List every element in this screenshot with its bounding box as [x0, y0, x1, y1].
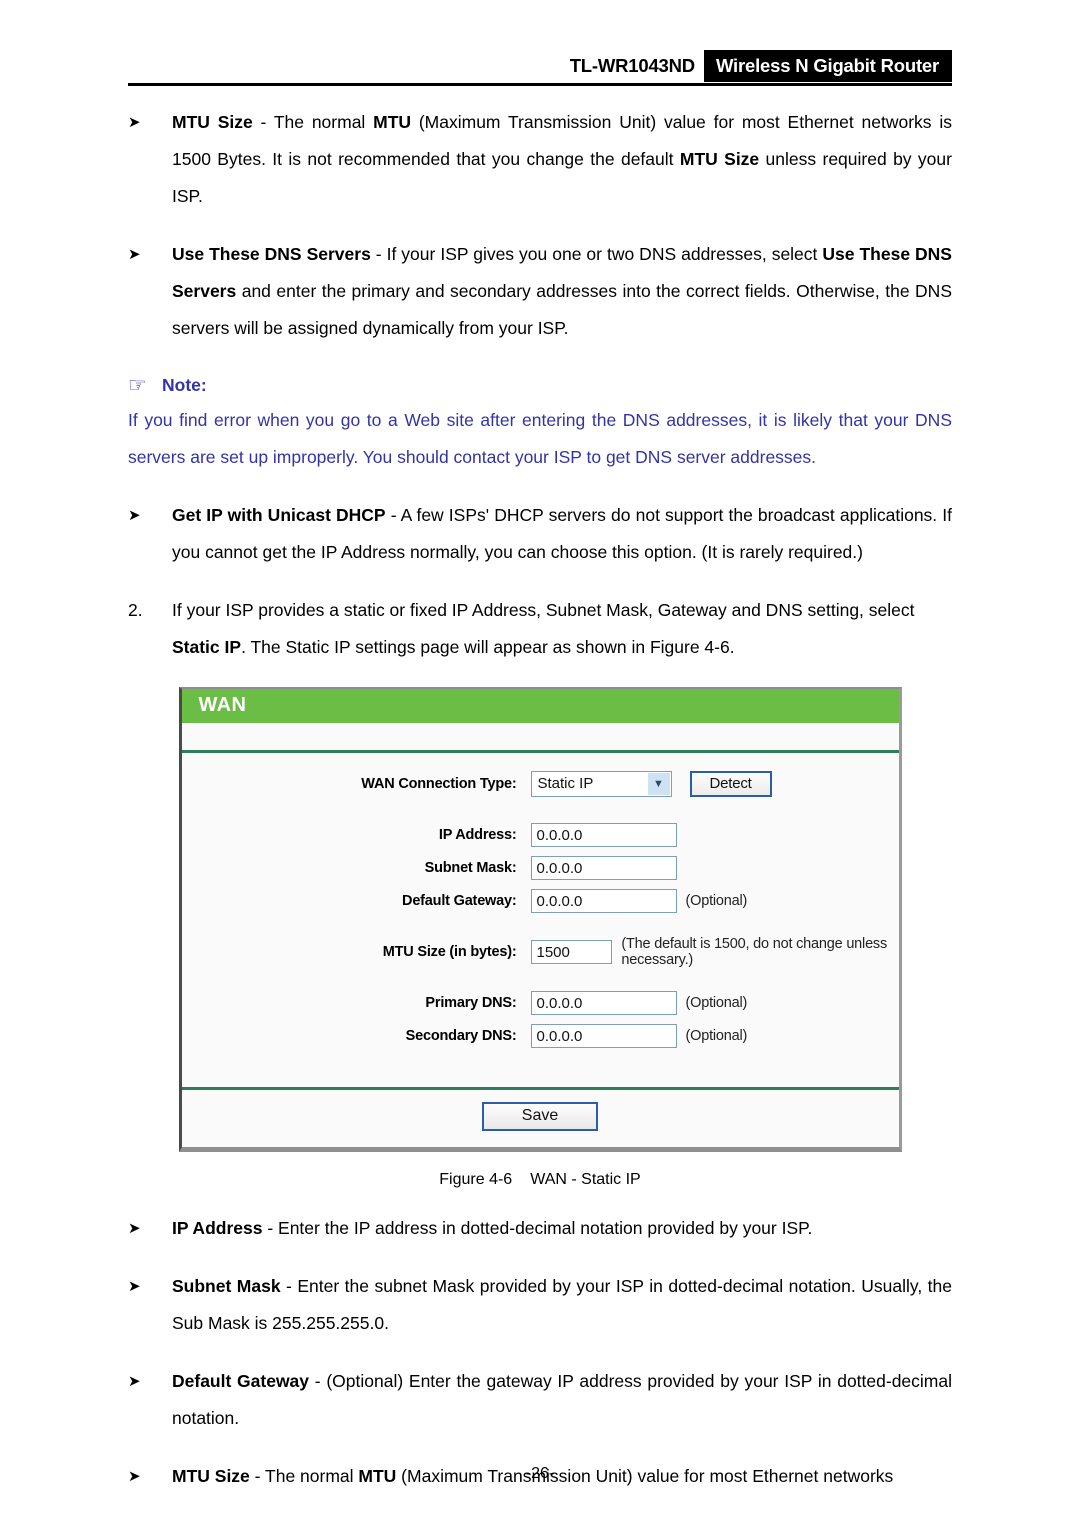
default-gateway-input[interactable]: 0.0.0.0	[530, 888, 677, 913]
bullet-text: Default Gateway - (Optional) Enter the g…	[172, 1371, 952, 1428]
label-subnet-mask: Subnet Mask:	[424, 859, 517, 876]
label-primary-dns: Primary DNS:	[425, 994, 517, 1011]
bullet-marker-icon: ➤	[128, 1278, 141, 1295]
hint-mtu-size: (The default is 1500, do not change unle…	[621, 935, 888, 968]
figure-title: WAN - Static IP	[530, 1171, 641, 1188]
primary-dns-input[interactable]: 0.0.0.0	[530, 990, 677, 1015]
label-mtu-size: MTU Size (in bytes):	[382, 943, 517, 960]
bullet-marker-icon: ➤	[128, 246, 141, 263]
page-footer: -26-	[0, 1465, 1080, 1483]
document-page: TL-WR1043ND Wireless N Gigabit Router ➤ …	[0, 0, 1080, 1527]
detect-button[interactable]: Detect	[689, 770, 772, 797]
note-heading: ☞ Note:	[0, 368, 1080, 402]
label-default-gateway: Default Gateway:	[402, 892, 517, 909]
header-product-name: Wireless N Gigabit Router	[703, 50, 952, 82]
figure-number: Figure 4-6	[439, 1171, 513, 1188]
step-text: If your ISP provides a static or fixed I…	[172, 600, 915, 657]
selected-connection-type: Static IP	[537, 775, 594, 792]
wan-connection-type-select[interactable]: Static IP ▼	[530, 770, 672, 797]
hint-secondary-dns: (Optional)	[685, 1027, 748, 1044]
document-content: ➤ MTU Size - The normal MTU (Maximum Tra…	[0, 104, 1080, 1495]
row-default-gateway: Default Gateway: 0.0.0.0 (Optional)	[182, 884, 899, 917]
save-button[interactable]: Save	[482, 1102, 598, 1131]
secondary-dns-input[interactable]: 0.0.0.0	[530, 1023, 677, 1048]
label-ip-address: IP Address:	[438, 826, 517, 843]
bullet-text: Use These DNS Servers - If your ISP give…	[172, 244, 952, 338]
bullet-marker-icon: ➤	[128, 507, 141, 524]
row-primary-dns: Primary DNS: 0.0.0.0 (Optional)	[182, 986, 899, 1019]
wan-settings-form: WAN Connection Type: Static IP ▼ Detect …	[181, 753, 899, 1087]
save-button-area: Save	[181, 1090, 899, 1147]
hint-default-gateway: (Optional)	[685, 892, 748, 909]
bullet-mtu-size: ➤ MTU Size - The normal MTU (Maximum Tra…	[0, 104, 1080, 215]
page-number: -26-	[525, 1465, 555, 1482]
panel-title-bar: WAN	[181, 689, 899, 723]
numbered-step-2: 2. If your ISP provides a static or fixe…	[0, 592, 1080, 666]
figure-wan-static-ip: WAN WAN Connection Type: Static IP ▼ Det…	[0, 687, 1080, 1152]
label-secondary-dns: Secondary DNS:	[405, 1027, 517, 1044]
chevron-down-icon[interactable]: ▼	[647, 772, 670, 795]
bullet-marker-icon: ➤	[128, 1220, 141, 1237]
subnet-mask-input[interactable]: 0.0.0.0	[530, 855, 677, 880]
note-title: Note:	[162, 374, 207, 395]
row-subnet-mask: Subnet Mask: 0.0.0.0	[182, 851, 899, 884]
bullet-text: Get IP with Unicast DHCP - A few ISPs' D…	[172, 505, 952, 562]
row-mtu-size: MTU Size (in bytes): 1500 (The default i…	[182, 935, 899, 968]
running-header: TL-WR1043ND Wireless N Gigabit Router	[0, 50, 1080, 82]
bullet-marker-icon: ➤	[128, 114, 141, 131]
step-number: 2.	[128, 600, 143, 620]
row-ip-address: IP Address: 0.0.0.0	[182, 818, 899, 851]
row-secondary-dns: Secondary DNS: 0.0.0.0 (Optional)	[182, 1019, 899, 1052]
bullet-marker-icon: ➤	[128, 1373, 141, 1390]
bullet-text: Subnet Mask - Enter the subnet Mask prov…	[172, 1276, 952, 1333]
bullet-default-gateway: ➤ Default Gateway - (Optional) Enter the…	[0, 1363, 1080, 1437]
bullet-ip-address: ➤ IP Address - Enter the IP address in d…	[0, 1210, 1080, 1247]
pointing-hand-icon: ☞	[128, 373, 147, 397]
panel-subheader-blank	[181, 723, 899, 750]
header-model-name: TL-WR1043ND	[569, 55, 695, 76]
bullet-get-ip-unicast-dhcp: ➤ Get IP with Unicast DHCP - A few ISPs'…	[0, 497, 1080, 571]
figure-caption: Figure 4-6 WAN - Static IP	[0, 1152, 1080, 1189]
bullet-subnet-mask: ➤ Subnet Mask - Enter the subnet Mask pr…	[0, 1268, 1080, 1342]
mtu-size-input[interactable]: 1500	[530, 939, 613, 964]
router-config-panel: WAN WAN Connection Type: Static IP ▼ Det…	[178, 687, 902, 1152]
bullet-use-these-dns-servers: ➤ Use These DNS Servers - If your ISP gi…	[0, 236, 1080, 347]
hint-primary-dns: (Optional)	[685, 994, 748, 1011]
label-wan-connection-type: WAN Connection Type:	[361, 775, 517, 792]
note-body-text: If you find error when you go to a Web s…	[128, 410, 952, 467]
ip-address-input[interactable]: 0.0.0.0	[530, 822, 677, 847]
row-wan-connection-type: WAN Connection Type: Static IP ▼ Detect	[182, 767, 899, 800]
bullet-text: IP Address - Enter the IP address in dot…	[172, 1218, 813, 1238]
header-divider	[128, 83, 952, 86]
bullet-text: MTU Size - The normal MTU (Maximum Trans…	[172, 112, 952, 206]
